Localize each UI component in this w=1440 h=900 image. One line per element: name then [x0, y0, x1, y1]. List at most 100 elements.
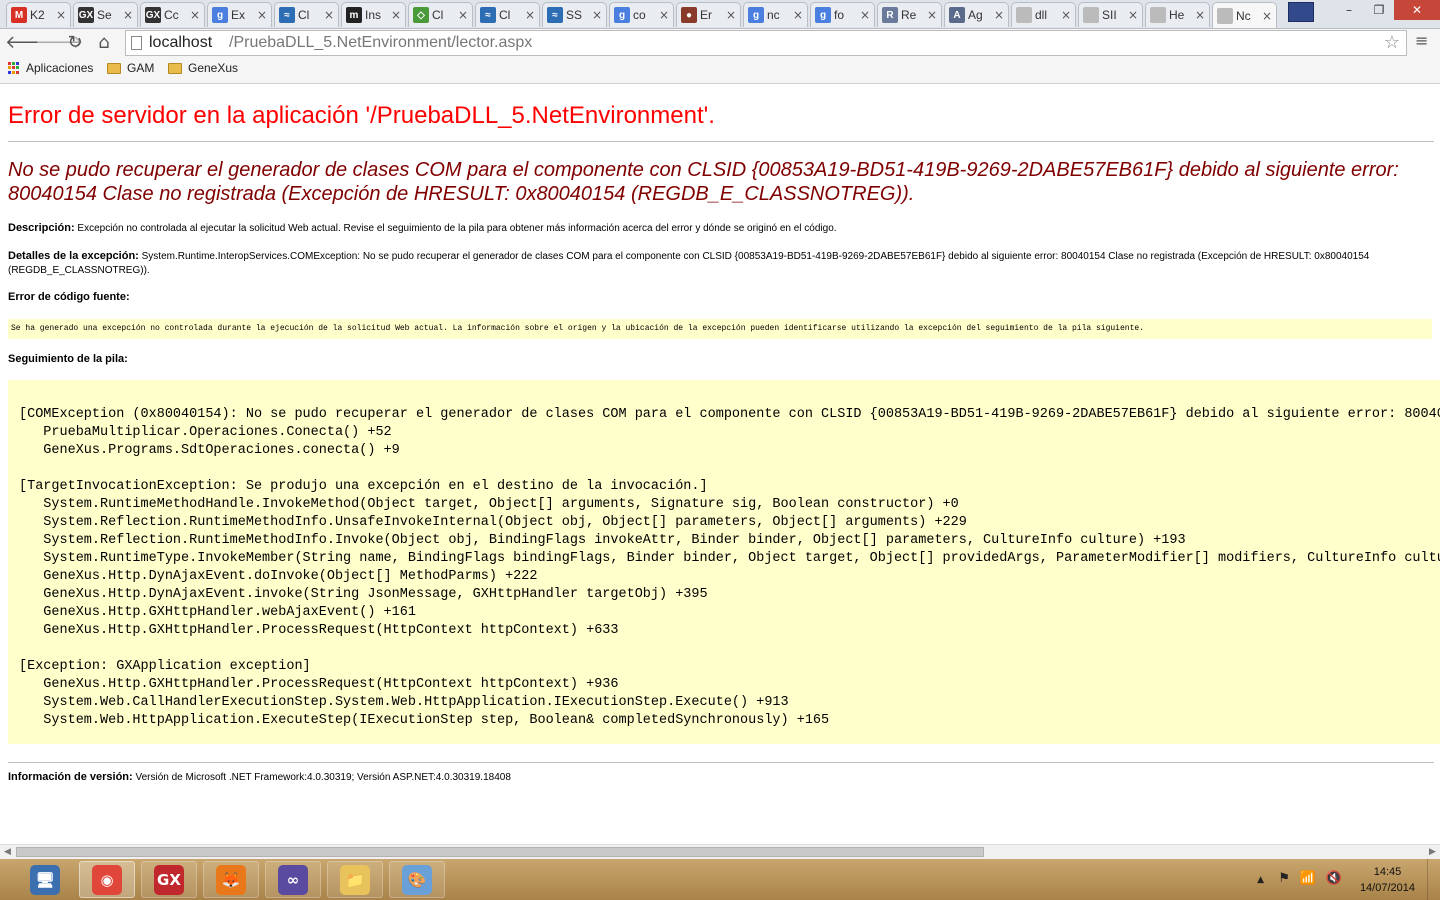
forward-button[interactable]: 🡒 — [35, 32, 83, 54]
browser-tab[interactable]: ≈ SS × — [542, 2, 607, 27]
wiki-icon: ≈ — [547, 7, 563, 23]
tab-close-icon[interactable]: × — [1061, 8, 1071, 22]
bookmark-star-icon[interactable]: ☆ — [1384, 32, 1400, 53]
wiki-icon: ≈ — [279, 7, 295, 23]
stack-trace-line: System.Web.HttpApplication.ExecuteStep(I… — [19, 713, 830, 728]
tab-close-icon[interactable]: × — [324, 8, 334, 22]
tab-close-icon[interactable]: × — [659, 8, 669, 22]
tab-strip: M K2 × GX Se × GX Cc × g Ex × ≈ Cl × m Ins × ◇ Cl × ≈ Cl × ≈ SS × g… — [0, 0, 1440, 29]
tab-title: Ex — [231, 8, 246, 22]
taskbar-genexus-button[interactable]: GX — [141, 861, 197, 898]
minimize-button[interactable]: – — [1334, 0, 1364, 20]
source-error-box: Se ha generado una excepción no controla… — [8, 319, 1432, 339]
stack-trace-line: [TargetInvocationException: Se produjo u… — [19, 479, 708, 494]
taskbar-file-explorer-button[interactable]: 📁 — [327, 861, 383, 898]
browser-tab[interactable]: g co × — [609, 2, 674, 27]
bookmark-gam[interactable]: GAM — [107, 61, 154, 75]
google-icon: g — [212, 7, 228, 23]
network-icon[interactable]: 📶 — [1300, 871, 1316, 886]
back-button[interactable]: 🡐 — [5, 32, 53, 54]
browser-tab[interactable]: He × — [1145, 2, 1210, 27]
browser-tab[interactable]: GX Cc × — [140, 2, 205, 27]
stack-trace-line: System.RuntimeMethodHandle.InvokeMethod(… — [19, 497, 959, 512]
scroll-right-icon[interactable]: ▶ — [1425, 845, 1440, 860]
address-bar[interactable]: localhost /PruebaDLL_5.NetEnvironment/le… — [125, 30, 1407, 56]
genexus-icon: GX — [78, 7, 94, 23]
maximize-button[interactable]: ❐ — [1364, 0, 1394, 20]
tab-close-icon[interactable]: × — [123, 8, 133, 22]
tab-close-icon[interactable]: × — [927, 8, 937, 22]
folder-icon: 📁 — [340, 864, 370, 895]
browser-tab[interactable]: Nc × — [1212, 2, 1277, 28]
browser-tab[interactable]: ◇ Cl × — [408, 2, 473, 27]
scrollbar-thumb[interactable] — [16, 847, 984, 857]
tab-close-icon[interactable]: × — [391, 8, 401, 22]
window-close-button[interactable]: ✕ — [1394, 0, 1440, 20]
browser-tab[interactable]: ≈ Cl × — [475, 2, 540, 27]
browser-tab[interactable]: ≈ Cl × — [274, 2, 339, 27]
browser-tab[interactable]: M K2 × — [6, 2, 71, 27]
tab-title: SII — [1102, 8, 1117, 22]
tab-title: Er — [700, 8, 712, 22]
system-clock[interactable]: 14:45 14/07/2014 — [1360, 864, 1415, 896]
browser-tab[interactable]: ● Er × — [676, 2, 741, 27]
tab-close-icon[interactable]: × — [994, 8, 1004, 22]
tab-close-icon[interactable]: × — [860, 8, 870, 22]
tab-close-icon[interactable]: × — [1262, 9, 1272, 23]
chrome-menu-icon[interactable]: ≡ — [1415, 33, 1431, 49]
taskbar-visual-studio-button[interactable]: ∞ — [265, 861, 321, 898]
stack-trace-line: GeneXus.Http.DynAjaxEvent.invoke(String … — [19, 587, 708, 602]
volume-muted-icon[interactable]: 🔇 — [1326, 871, 1342, 886]
tab-title: K2 — [30, 8, 45, 22]
bookmark-genexus[interactable]: GeneXus — [168, 61, 238, 75]
tab-close-icon[interactable]: × — [793, 8, 803, 22]
taskbar-firefox-button[interactable]: 🦊 — [203, 861, 259, 898]
browser-tab[interactable]: m Ins × — [341, 2, 406, 27]
tab-close-icon[interactable]: × — [190, 8, 200, 22]
browser-tab[interactable]: A Ag × — [944, 2, 1009, 27]
tab-close-icon[interactable]: × — [458, 8, 468, 22]
clock-time: 14:45 — [1373, 866, 1402, 878]
tab-title: Re — [901, 8, 917, 22]
reload-button[interactable]: ↻ — [64, 32, 86, 54]
tab-close-icon[interactable]: × — [257, 8, 267, 22]
stack-trace-line: [Exception: GXApplication exception] — [19, 659, 311, 674]
version-section: Información de versión: Versión de Micro… — [8, 770, 1434, 785]
browser-tab[interactable]: g fo × — [810, 2, 875, 27]
browser-tab[interactable]: SII × — [1078, 2, 1143, 27]
genexus-icon: GX — [154, 864, 184, 895]
show-desktop-button[interactable] — [1427, 859, 1440, 900]
scroll-left-icon[interactable]: ◀ — [0, 845, 15, 860]
user-profile-icon[interactable] — [1288, 2, 1314, 22]
tab-close-icon[interactable]: × — [56, 8, 66, 22]
stack-trace-line: System.Reflection.RuntimeMethodInfo.Unsa… — [19, 515, 967, 530]
google-icon: g — [748, 7, 764, 23]
ag-icon: A — [949, 7, 965, 23]
tray-expand-icon[interactable]: ▲ — [1257, 875, 1264, 885]
browser-toolbar: 🡐 🡒 ↻ ⌂ localhost /PruebaDLL_5.NetEnviro… — [0, 29, 1440, 57]
apps-icon — [8, 62, 20, 74]
page-icon — [131, 36, 142, 50]
google-icon: g — [815, 7, 831, 23]
tab-title: Nc — [1236, 8, 1251, 23]
stack-trace-line: GeneXus.Http.GXHttpHandler.ProcessReques… — [19, 677, 619, 692]
browser-tab[interactable]: dll × — [1011, 2, 1076, 27]
bookmark-aplicaciones[interactable]: Aplicaciones — [8, 61, 93, 75]
taskbar-paint-button[interactable]: 🎨 — [389, 861, 445, 898]
horizontal-scrollbar[interactable]: ◀ ▶ — [0, 844, 1440, 859]
taskbar-chrome-button[interactable]: ◉ — [79, 861, 135, 898]
home-button[interactable]: ⌂ — [93, 32, 115, 54]
browser-tab[interactable]: R Re × — [877, 2, 942, 27]
action-center-flag-icon[interactable]: ⚑ — [1278, 871, 1290, 886]
tab-close-icon[interactable]: × — [1195, 8, 1205, 22]
taskbar-explorer-start-button[interactable]: 🖥 — [17, 861, 73, 898]
green-icon: ◇ — [413, 7, 429, 23]
tab-close-icon[interactable]: × — [592, 8, 602, 22]
tab-close-icon[interactable]: × — [525, 8, 535, 22]
browser-tab[interactable]: GX Se × — [73, 2, 138, 27]
avatar-icon: ● — [681, 7, 697, 23]
tab-close-icon[interactable]: × — [1128, 8, 1138, 22]
browser-tab[interactable]: g nc × — [743, 2, 808, 27]
browser-tab[interactable]: g Ex × — [207, 2, 272, 27]
tab-close-icon[interactable]: × — [726, 8, 736, 22]
